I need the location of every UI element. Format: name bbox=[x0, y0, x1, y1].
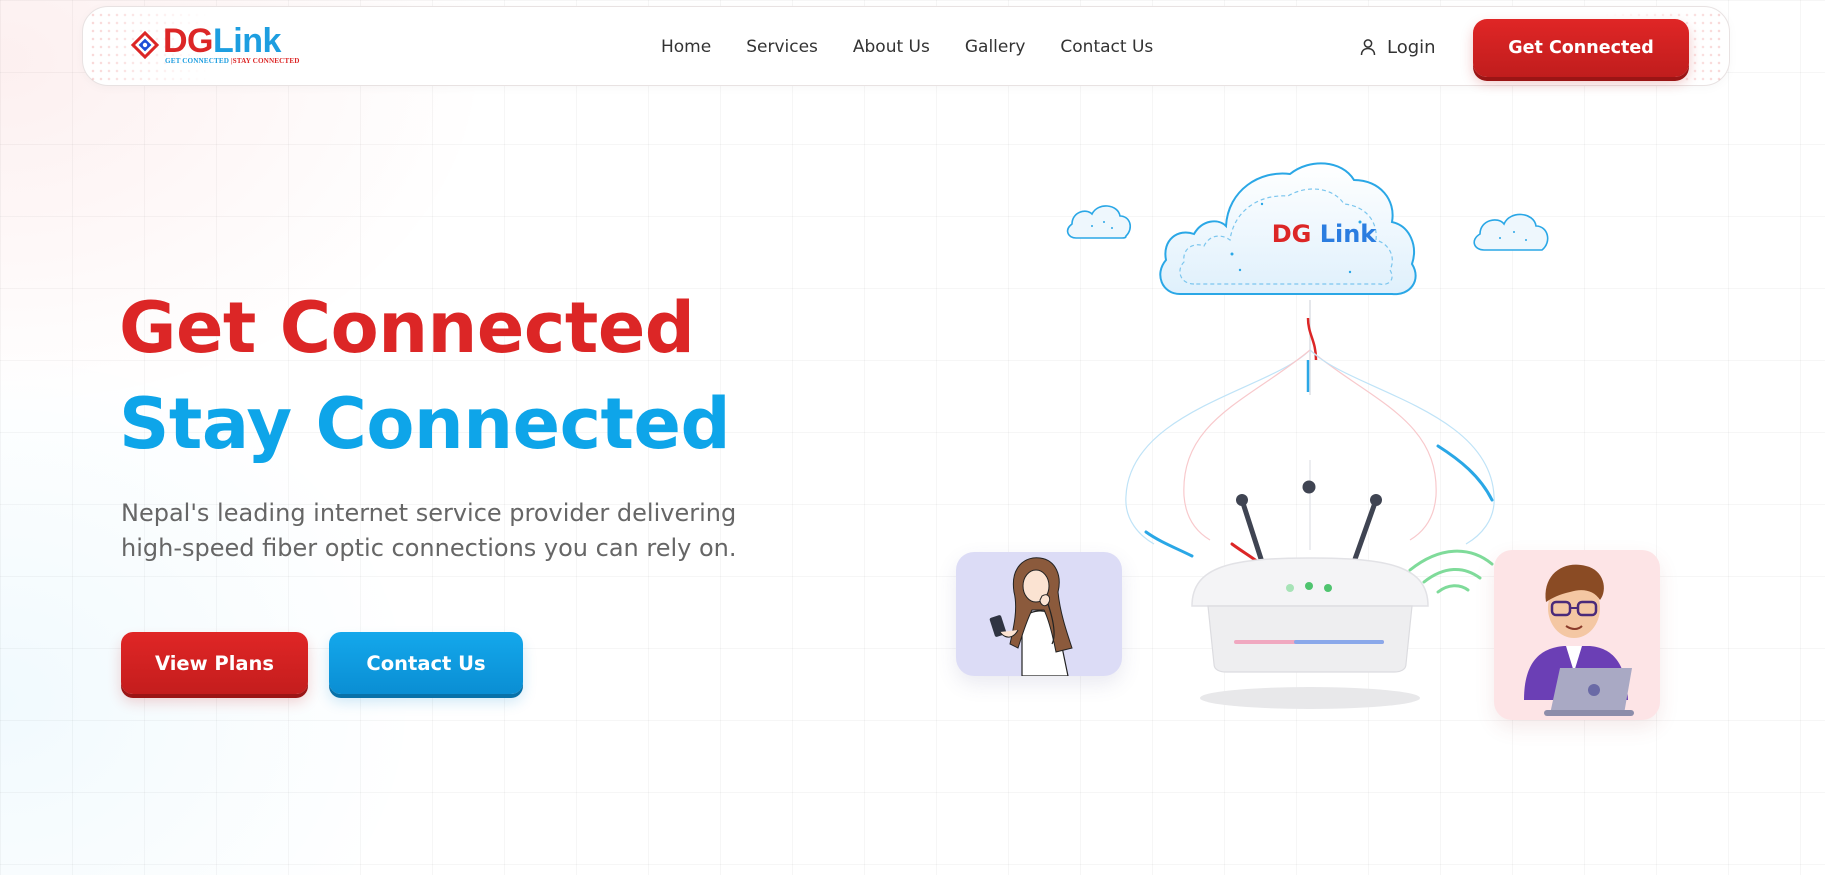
cloud-label-part2: Link bbox=[1319, 220, 1377, 248]
login-label: Login bbox=[1387, 36, 1436, 58]
nav-link-about-us[interactable]: About Us bbox=[853, 37, 930, 57]
brand-wordmark: DGLink bbox=[163, 21, 281, 61]
get-connected-button[interactable]: Get Connected bbox=[1473, 19, 1689, 77]
hero-description: Nepal's leading internet service provide… bbox=[121, 499, 737, 562]
nav-link-gallery[interactable]: Gallery bbox=[965, 37, 1026, 57]
contact-us-button[interactable]: Contact Us bbox=[329, 632, 523, 694]
logo-mark-icon bbox=[130, 30, 160, 60]
cloud-brand-label: DG Link bbox=[1254, 220, 1394, 248]
woman-with-phone-illustration bbox=[956, 552, 1122, 677]
brand-tagline-part1: GET CONNECTED bbox=[165, 57, 230, 65]
brand-tagline: GET CONNECTED |STAY CONNECTED bbox=[165, 57, 300, 65]
man-figure-graphic bbox=[1524, 564, 1634, 716]
login-link[interactable]: Login bbox=[1359, 29, 1436, 65]
brand-tagline-part2: |STAY CONNECTED bbox=[230, 57, 300, 65]
brand-logo[interactable]: DGLink GET CONNECTED |STAY CONNECTED bbox=[127, 21, 299, 71]
woman-figure-graphic bbox=[989, 557, 1073, 677]
nav-link-contact-us[interactable]: Contact Us bbox=[1060, 37, 1153, 57]
hero-title-line1: Get Connected bbox=[119, 287, 695, 369]
brand-name-part1: DG bbox=[163, 22, 214, 60]
hero-title: Get Connected Stay Connected bbox=[119, 280, 731, 472]
small-cloud-right-icon bbox=[1473, 213, 1549, 251]
man-with-laptop-illustration bbox=[1494, 550, 1660, 720]
main-menu: Home Services About Us Gallery Contact U… bbox=[661, 7, 1153, 87]
cloud-label-part1: DG bbox=[1271, 220, 1312, 248]
view-plans-button[interactable]: View Plans bbox=[121, 632, 308, 694]
nav-link-home[interactable]: Home bbox=[661, 37, 711, 57]
nav-link-services[interactable]: Services bbox=[746, 37, 818, 57]
hero-title-line2: Stay Connected bbox=[119, 383, 731, 465]
fiber-cable bbox=[1125, 300, 1495, 564]
top-navbar: DGLink GET CONNECTED |STAY CONNECTED Hom… bbox=[82, 6, 1730, 86]
small-cloud-left-icon bbox=[1066, 205, 1132, 239]
network-illustration: DG Link bbox=[940, 150, 1680, 730]
brand-name-part2: Link bbox=[213, 22, 281, 60]
user-icon bbox=[1360, 39, 1376, 56]
